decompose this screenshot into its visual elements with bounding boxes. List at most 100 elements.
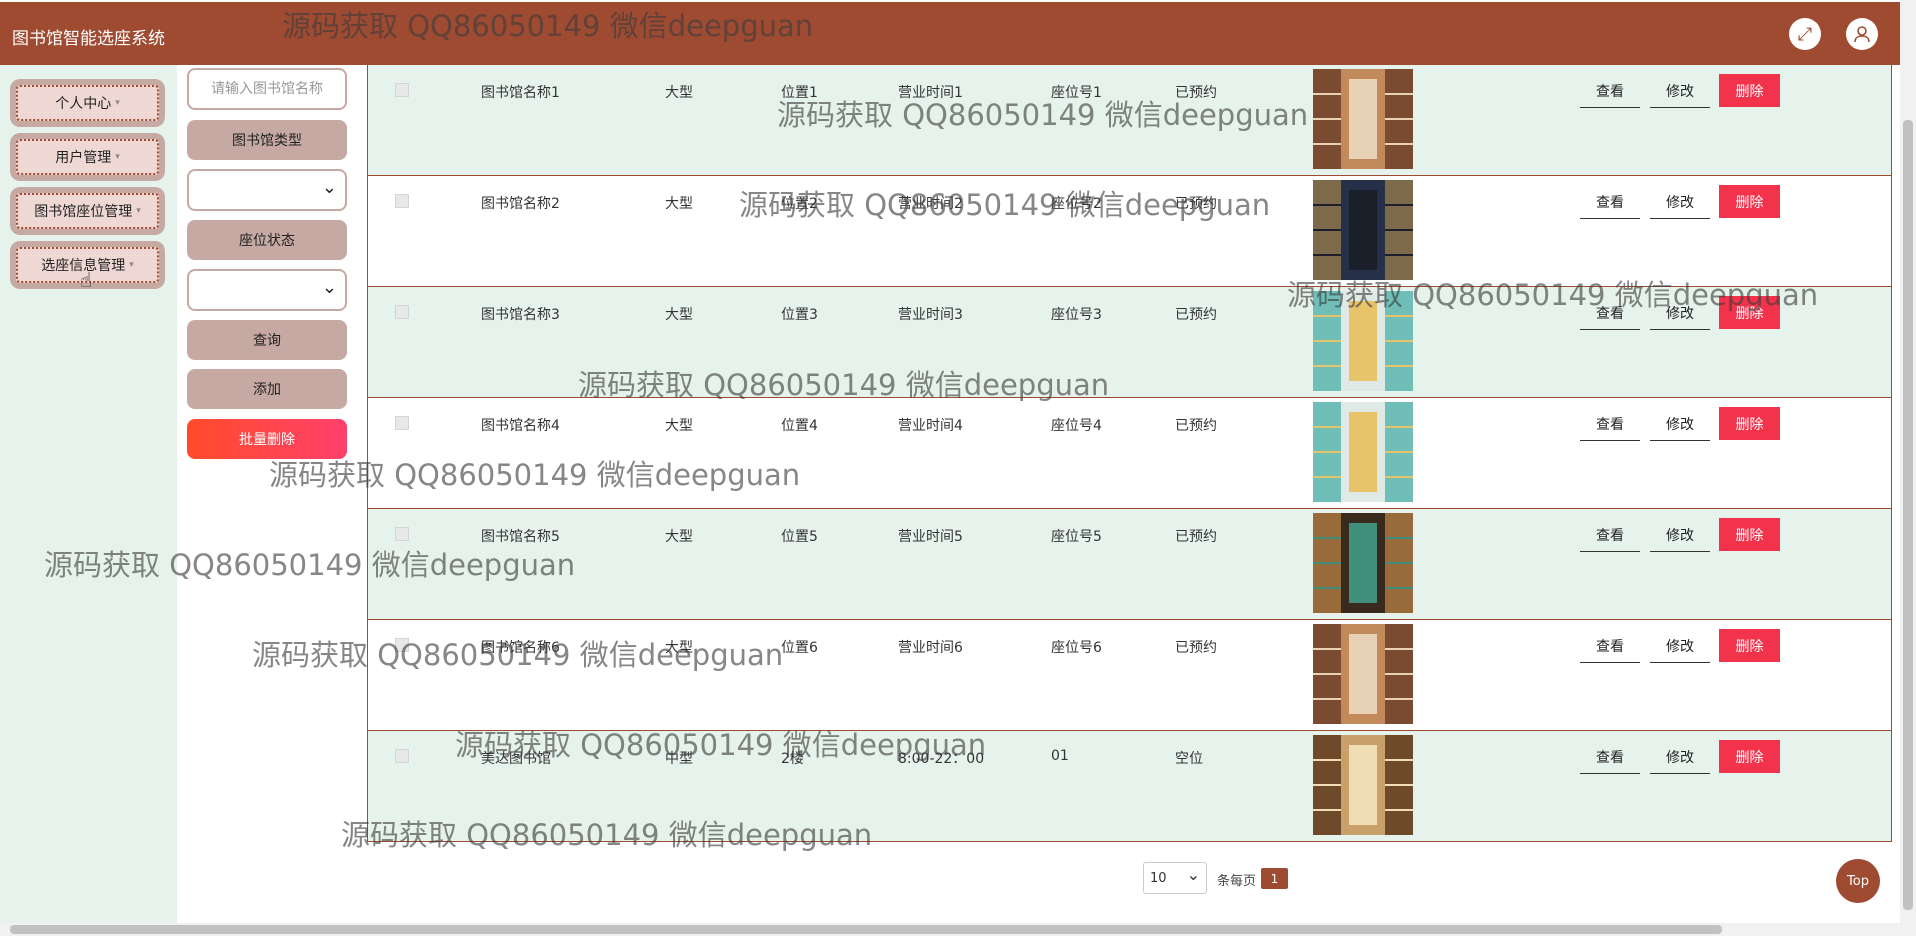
hours-cell: 营业时间1 bbox=[898, 85, 963, 101]
library-photo bbox=[1313, 513, 1413, 613]
seat-status-select[interactable] bbox=[187, 269, 347, 311]
location-cell: 2楼 bbox=[781, 751, 804, 767]
seat-status-label: 座位状态 bbox=[187, 220, 347, 260]
chevron-down-icon: ▾ bbox=[115, 98, 120, 108]
seat-status-cell: 已预约 bbox=[1175, 196, 1217, 212]
top-bar: 图书馆智能选座系统 ⤢ bbox=[0, 0, 1900, 65]
back-to-top-button[interactable]: Top bbox=[1836, 859, 1880, 903]
user-avatar-icon[interactable] bbox=[1846, 18, 1878, 50]
edit-button[interactable]: 修改 bbox=[1650, 74, 1710, 108]
library-name-cell: 图书馆名称1 bbox=[481, 85, 560, 101]
library-type-cell: 大型 bbox=[665, 196, 693, 212]
library-type-cell: 大型 bbox=[665, 307, 693, 323]
library-name-cell: 美达图书馆 bbox=[481, 751, 551, 767]
row-checkbox[interactable] bbox=[395, 527, 409, 541]
edit-button[interactable]: 修改 bbox=[1650, 296, 1710, 330]
library-photo bbox=[1313, 402, 1413, 502]
library-name-input[interactable]: 请输入图书馆名称 bbox=[187, 68, 347, 110]
edit-button[interactable]: 修改 bbox=[1650, 185, 1710, 219]
chevron-down-icon: ▾ bbox=[115, 152, 120, 162]
delete-button[interactable]: 删除 bbox=[1719, 296, 1780, 329]
hand-cursor-icon: ☝ bbox=[80, 268, 93, 292]
sidebar-item-label: 图书馆座位管理 bbox=[34, 204, 133, 220]
page-size-select[interactable]: 10 bbox=[1143, 862, 1207, 894]
library-name-cell: 图书馆名称5 bbox=[481, 529, 560, 545]
library-name-cell: 图书馆名称6 bbox=[481, 640, 560, 656]
horizontal-scrollbar[interactable] bbox=[0, 923, 1916, 936]
scrollbar-thumb[interactable] bbox=[10, 925, 1722, 934]
row-checkbox[interactable] bbox=[395, 83, 409, 97]
edit-button[interactable]: 修改 bbox=[1650, 407, 1710, 441]
fullscreen-icon[interactable]: ⤢ bbox=[1789, 18, 1821, 50]
search-button[interactable]: 查询 bbox=[187, 320, 347, 360]
library-type-label: 图书馆类型 bbox=[187, 120, 347, 160]
table-row: 图书馆名称4 大型 位置4 营业时间4 座位号4 已预约 查看 修改 删除 bbox=[367, 398, 1892, 509]
view-button[interactable]: 查看 bbox=[1580, 629, 1640, 663]
view-button[interactable]: 查看 bbox=[1580, 407, 1640, 441]
delete-button[interactable]: 删除 bbox=[1719, 407, 1780, 440]
batch-delete-button[interactable]: 批量删除 bbox=[187, 419, 347, 459]
sidebar-item-label: 个人中心 bbox=[55, 96, 112, 112]
sidebar-item-personal-center[interactable]: 个人中心 ▾ bbox=[10, 79, 165, 127]
library-type-select[interactable] bbox=[187, 169, 347, 211]
sidebar-item-seat-management[interactable]: 图书馆座位管理 ▾ bbox=[10, 187, 165, 235]
per-page-label: 条每页 bbox=[1217, 874, 1257, 889]
library-type-cell: 大型 bbox=[665, 529, 693, 545]
delete-button[interactable]: 删除 bbox=[1719, 629, 1780, 662]
library-type-cell: 中型 bbox=[665, 751, 693, 767]
seat-status-cell: 已预约 bbox=[1175, 640, 1217, 656]
edit-button[interactable]: 修改 bbox=[1650, 518, 1710, 552]
table-row: 图书馆名称2 大型 位置2 营业时间2 座位号2 已预约 查看 修改 删除 bbox=[367, 176, 1892, 287]
vertical-scrollbar[interactable] bbox=[1900, 0, 1916, 923]
seat-number-cell: 01 bbox=[1051, 748, 1069, 764]
edit-button[interactable]: 修改 bbox=[1650, 629, 1710, 663]
row-checkbox[interactable] bbox=[395, 416, 409, 430]
location-cell: 位置3 bbox=[781, 307, 818, 323]
library-type-cell: 大型 bbox=[665, 418, 693, 434]
seat-number-cell: 座位号4 bbox=[1051, 418, 1102, 434]
view-button[interactable]: 查看 bbox=[1580, 185, 1640, 219]
row-checkbox[interactable] bbox=[395, 638, 409, 652]
table-row: 图书馆名称5 大型 位置5 营业时间5 座位号5 已预约 查看 修改 删除 bbox=[367, 509, 1892, 620]
delete-button[interactable]: 删除 bbox=[1719, 518, 1780, 551]
delete-button[interactable]: 删除 bbox=[1719, 740, 1780, 773]
seat-number-cell: 座位号5 bbox=[1051, 529, 1102, 545]
seat-number-cell: 座位号2 bbox=[1051, 196, 1102, 212]
location-cell: 位置2 bbox=[781, 196, 818, 212]
location-cell: 位置6 bbox=[781, 640, 818, 656]
row-checkbox[interactable] bbox=[395, 749, 409, 763]
hours-cell: 营业时间3 bbox=[898, 307, 963, 323]
sidebar-item-user-management[interactable]: 用户管理 ▾ bbox=[10, 133, 165, 181]
delete-button[interactable]: 删除 bbox=[1719, 185, 1780, 218]
table-row: 图书馆名称6 大型 位置6 营业时间6 座位号6 已预约 查看 修改 删除 bbox=[367, 620, 1892, 731]
seat-number-cell: 座位号1 bbox=[1051, 85, 1102, 101]
seat-status-cell: 已预约 bbox=[1175, 85, 1217, 101]
view-button[interactable]: 查看 bbox=[1580, 74, 1640, 108]
table-row: 图书馆名称3 大型 位置3 营业时间3 座位号3 已预约 查看 修改 删除 bbox=[367, 287, 1892, 398]
hours-cell: 营业时间6 bbox=[898, 640, 963, 656]
add-button[interactable]: 添加 bbox=[187, 369, 347, 409]
view-button[interactable]: 查看 bbox=[1580, 296, 1640, 330]
sidebar: 个人中心 ▾ 用户管理 ▾ 图书馆座位管理 ▾ 选座信息管理 ▾ bbox=[0, 65, 177, 923]
seat-number-cell: 座位号3 bbox=[1051, 307, 1102, 323]
view-button[interactable]: 查看 bbox=[1580, 740, 1640, 774]
view-button[interactable]: 查看 bbox=[1580, 518, 1640, 552]
library-type-cell: 大型 bbox=[665, 640, 693, 656]
app-title: 图书馆智能选座系统 bbox=[12, 29, 165, 49]
edit-button[interactable]: 修改 bbox=[1650, 740, 1710, 774]
row-checkbox[interactable] bbox=[395, 194, 409, 208]
row-checkbox[interactable] bbox=[395, 305, 409, 319]
library-photo bbox=[1313, 69, 1413, 169]
seat-status-cell: 已预约 bbox=[1175, 418, 1217, 434]
chevron-down-icon: ▾ bbox=[129, 260, 134, 270]
scrollbar-thumb[interactable] bbox=[1903, 120, 1913, 910]
delete-button[interactable]: 删除 bbox=[1719, 74, 1780, 107]
hours-cell: 营业时间2 bbox=[898, 196, 963, 212]
library-name-cell: 图书馆名称2 bbox=[481, 196, 560, 212]
table-row: 美达图书馆 中型 2楼 8:00-22：00 01 空位 查看 修改 删除 bbox=[367, 731, 1892, 842]
seat-status-cell: 已预约 bbox=[1175, 307, 1217, 323]
library-name-cell: 图书馆名称4 bbox=[481, 418, 560, 434]
library-photo bbox=[1313, 735, 1413, 835]
hours-cell: 营业时间4 bbox=[898, 418, 963, 434]
page-number-button[interactable]: 1 bbox=[1261, 868, 1288, 889]
